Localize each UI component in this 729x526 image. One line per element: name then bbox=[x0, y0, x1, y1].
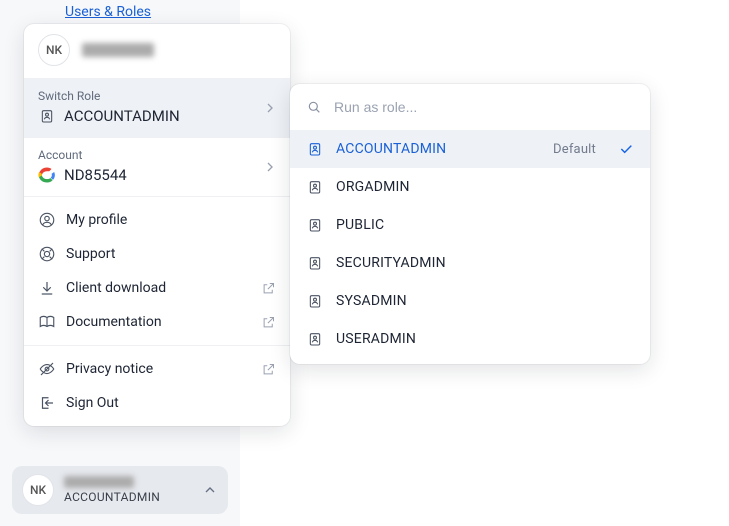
role-name: ORGADMIN bbox=[336, 179, 410, 195]
role-list: ACCOUNTADMIN Default ORGADMIN PUBLIC SECURIT… bbox=[290, 130, 650, 364]
eye-off-icon bbox=[38, 360, 56, 378]
role-badge-icon bbox=[306, 254, 324, 272]
download-icon bbox=[38, 279, 56, 297]
default-tag: Default bbox=[553, 142, 596, 157]
chevron-up-icon bbox=[202, 482, 218, 498]
role-badge-icon bbox=[306, 330, 324, 348]
support-item[interactable]: Support bbox=[24, 237, 290, 271]
menu-label: My profile bbox=[66, 212, 127, 228]
role-badge-icon bbox=[306, 292, 324, 310]
current-role-value: ACCOUNTADMIN bbox=[64, 107, 180, 125]
cloud-provider-icon bbox=[38, 166, 56, 184]
menu-label: Privacy notice bbox=[66, 361, 153, 377]
my-profile-item[interactable]: My profile bbox=[24, 203, 290, 237]
menu-label: Sign Out bbox=[66, 395, 119, 411]
menu-group-profile: My profile Support Client download bbox=[24, 197, 290, 345]
chevron-right-icon bbox=[262, 100, 278, 116]
role-search-input[interactable] bbox=[332, 98, 634, 116]
book-icon bbox=[38, 313, 56, 331]
menu-label: Documentation bbox=[66, 314, 162, 330]
menu-label: Support bbox=[66, 246, 115, 262]
role-name: SYSADMIN bbox=[336, 293, 407, 309]
role-name: SECURITYADMIN bbox=[336, 255, 446, 271]
privacy-notice-item[interactable]: Privacy notice bbox=[24, 352, 290, 386]
avatar: NK bbox=[22, 474, 54, 506]
role-name: PUBLIC bbox=[336, 217, 384, 233]
external-link-icon bbox=[261, 315, 276, 330]
role-badge-icon bbox=[306, 216, 324, 234]
user-chip[interactable]: NK ACCOUNTADMIN bbox=[12, 466, 228, 514]
user-circle-icon bbox=[38, 211, 56, 229]
role-switch-panel: ACCOUNTADMIN Default ORGADMIN PUBLIC SECURIT… bbox=[290, 84, 650, 364]
users-and-roles-link[interactable]: Users & Roles bbox=[65, 4, 151, 20]
user-menu-panel: NK Switch Role ACCOUNTADMIN bbox=[24, 24, 290, 426]
external-link-icon bbox=[261, 281, 276, 296]
role-item[interactable]: ORGADMIN bbox=[290, 168, 650, 206]
client-download-item[interactable]: Client download bbox=[24, 271, 290, 305]
account-label: Account bbox=[38, 148, 276, 162]
sign-out-item[interactable]: Sign Out bbox=[24, 386, 290, 420]
documentation-item[interactable]: Documentation bbox=[24, 305, 290, 339]
username-redacted bbox=[64, 476, 134, 488]
role-item[interactable]: ACCOUNTADMIN Default bbox=[290, 130, 650, 168]
lifebuoy-icon bbox=[38, 245, 56, 263]
sign-out-icon bbox=[38, 394, 56, 412]
account-id-value: ND85544 bbox=[64, 166, 127, 184]
role-name: ACCOUNTADMIN bbox=[336, 141, 446, 157]
role-badge-icon bbox=[306, 140, 324, 158]
account-row[interactable]: Account ND85544 bbox=[24, 138, 290, 196]
role-badge-icon bbox=[38, 107, 56, 125]
role-name: USERADMIN bbox=[336, 331, 416, 347]
user-info-row: NK bbox=[24, 24, 290, 78]
search-icon bbox=[306, 99, 322, 115]
role-item[interactable]: PUBLIC bbox=[290, 206, 650, 244]
menu-group-footer: Privacy notice Sign Out bbox=[24, 346, 290, 426]
switch-role-row[interactable]: Switch Role ACCOUNTADMIN bbox=[24, 79, 290, 137]
role-search-row bbox=[290, 84, 650, 130]
menu-label: Client download bbox=[66, 280, 166, 296]
check-icon bbox=[618, 141, 634, 157]
role-badge-icon bbox=[306, 178, 324, 196]
chevron-right-icon bbox=[262, 159, 278, 175]
external-link-icon bbox=[261, 362, 276, 377]
role-item[interactable]: SECURITYADMIN bbox=[290, 244, 650, 282]
switch-role-label: Switch Role bbox=[38, 89, 276, 103]
role-item[interactable]: USERADMIN bbox=[290, 320, 650, 358]
current-role-label: ACCOUNTADMIN bbox=[64, 490, 192, 504]
username-redacted bbox=[82, 43, 154, 57]
avatar: NK bbox=[38, 34, 70, 66]
role-item[interactable]: SYSADMIN bbox=[290, 282, 650, 320]
